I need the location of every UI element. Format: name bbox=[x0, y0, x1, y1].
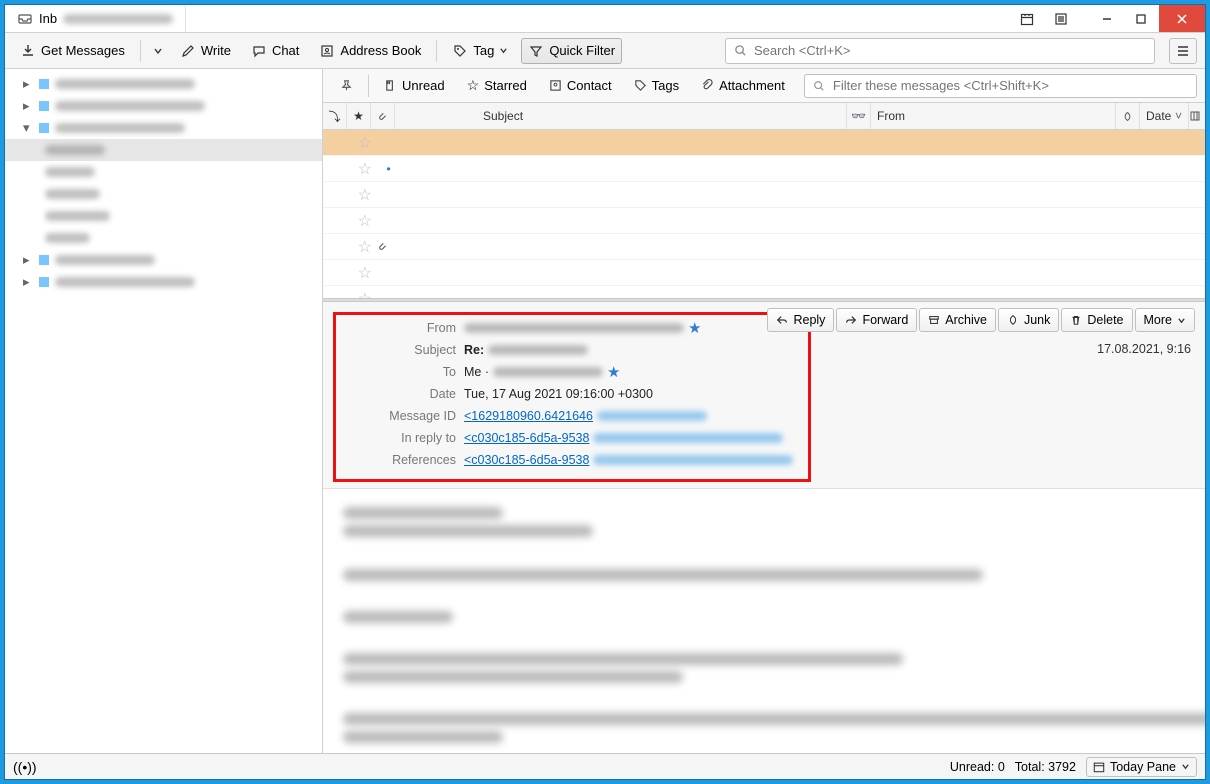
thread-column[interactable]: ⤵ bbox=[323, 103, 347, 129]
folder-item[interactable] bbox=[5, 139, 322, 161]
folder-item[interactable] bbox=[5, 161, 322, 183]
tag-button[interactable]: Tag bbox=[445, 38, 515, 64]
search-icon bbox=[732, 43, 748, 59]
message-row[interactable]: ☆ bbox=[323, 130, 1205, 156]
today-pane-button[interactable]: Today Pane bbox=[1086, 757, 1197, 777]
forward-button[interactable]: Forward bbox=[836, 308, 917, 332]
pin-filter-button[interactable] bbox=[331, 74, 362, 97]
message-row[interactable]: ☆• bbox=[323, 156, 1205, 182]
button-label: Get Messages bbox=[41, 43, 125, 58]
account-item[interactable]: ▸ bbox=[5, 73, 322, 95]
connection-icon[interactable]: ((•)) bbox=[13, 759, 37, 775]
more-button[interactable]: More bbox=[1135, 308, 1195, 332]
archive-button[interactable]: Archive bbox=[919, 308, 996, 332]
in-reply-to-link[interactable]: <c030c185-6d5a-9538 bbox=[464, 431, 589, 445]
contacts-icon bbox=[319, 43, 335, 59]
button-label: Chat bbox=[272, 43, 299, 58]
reply-button[interactable]: Reply bbox=[767, 308, 834, 332]
message-row[interactable]: ☆ bbox=[323, 208, 1205, 234]
global-search[interactable] bbox=[725, 38, 1155, 64]
search-input[interactable] bbox=[754, 43, 1148, 58]
junk-column[interactable] bbox=[1116, 103, 1140, 129]
folder-pane: ▸ ▸ ▾ ▸ ▸ bbox=[5, 69, 323, 753]
column-picker[interactable] bbox=[1187, 103, 1203, 129]
search-icon bbox=[811, 78, 827, 94]
status-bar: ((•)) Unread: 0 Total: 3792 Today Pane bbox=[5, 753, 1205, 779]
message-area: Unread ☆Starred Contact Tags Attachment … bbox=[323, 69, 1205, 753]
button-label: Write bbox=[201, 43, 231, 58]
date-value: Tue, 17 Aug 2021 09:16:00 +0300 bbox=[464, 387, 653, 401]
tags-filter[interactable]: Tags bbox=[625, 73, 688, 98]
window-controls bbox=[1011, 5, 1205, 32]
redacted-text bbox=[63, 14, 173, 24]
chat-button[interactable]: Chat bbox=[244, 38, 306, 64]
from-column[interactable]: From bbox=[871, 103, 1116, 129]
total-count: Total: 3792 bbox=[1015, 760, 1076, 774]
star-icon[interactable]: ★ bbox=[688, 319, 701, 337]
message-row[interactable]: ☆ bbox=[323, 260, 1205, 286]
quick-filter-button[interactable]: Quick Filter bbox=[521, 38, 622, 64]
message-row[interactable]: ☆ bbox=[323, 182, 1205, 208]
tag-icon bbox=[452, 43, 468, 59]
account-item[interactable]: ▸ bbox=[5, 271, 322, 293]
filter-messages-input[interactable] bbox=[804, 74, 1197, 98]
title-bar: Inb bbox=[5, 5, 1205, 33]
write-button[interactable]: Write bbox=[173, 38, 238, 64]
folder-item[interactable] bbox=[5, 227, 322, 249]
delete-button[interactable]: Delete bbox=[1061, 308, 1132, 332]
get-messages-button[interactable]: Get Messages bbox=[13, 38, 132, 64]
unread-count: Unread: 0 bbox=[950, 760, 1005, 774]
star-icon[interactable]: ★ bbox=[607, 363, 620, 381]
message-id-link[interactable]: <1629180960.6421646 bbox=[464, 409, 593, 423]
highlighted-headers: From★ SubjectRe: ToMe ·★ DateTue, 17 Aug… bbox=[333, 312, 811, 482]
message-body[interactable] bbox=[323, 489, 1205, 753]
address-book-button[interactable]: Address Book bbox=[312, 38, 428, 64]
message-list-header: ⤵ ★ Subject 👓 From Date˅ bbox=[323, 103, 1205, 130]
pen-icon bbox=[180, 43, 196, 59]
button-label: Tag bbox=[473, 43, 494, 58]
contact-filter[interactable]: Contact bbox=[540, 73, 621, 98]
chat-icon bbox=[251, 43, 267, 59]
message-row[interactable]: ☆ bbox=[323, 234, 1205, 260]
message-actions: Reply Forward Archive Junk Delete More bbox=[767, 308, 1195, 332]
unread-filter[interactable]: Unread bbox=[375, 73, 454, 98]
message-timestamp: 17.08.2021, 9:16 bbox=[1097, 342, 1191, 356]
message-header-pane: Reply Forward Archive Junk Delete More 1… bbox=[323, 302, 1205, 489]
account-item[interactable]: ▾ bbox=[5, 117, 322, 139]
main-toolbar: Get Messages Write Chat Address Book Tag… bbox=[5, 33, 1205, 69]
account-item[interactable]: ▸ bbox=[5, 249, 322, 271]
subject-column[interactable]: Subject bbox=[395, 103, 847, 129]
filter-input[interactable] bbox=[833, 78, 1190, 93]
button-label: Quick Filter bbox=[549, 43, 615, 58]
app-window: Inb Get Messages Write Chat A bbox=[4, 4, 1206, 780]
message-row[interactable]: ☆ bbox=[323, 286, 1205, 298]
get-messages-chevron[interactable] bbox=[149, 41, 167, 61]
download-icon bbox=[20, 43, 36, 59]
window-tab[interactable]: Inb bbox=[5, 5, 186, 32]
attachment-filter[interactable]: Attachment bbox=[692, 73, 794, 98]
attachment-column[interactable] bbox=[371, 103, 395, 129]
account-item[interactable]: ▸ bbox=[5, 95, 322, 117]
folder-item[interactable] bbox=[5, 183, 322, 205]
quick-filter-bar: Unread ☆Starred Contact Tags Attachment bbox=[323, 69, 1205, 103]
date-column[interactable]: Date˅ bbox=[1140, 103, 1189, 129]
folder-item[interactable] bbox=[5, 205, 322, 227]
button-label: Address Book bbox=[340, 43, 421, 58]
starred-filter[interactable]: ☆Starred bbox=[458, 72, 536, 99]
tasks-icon[interactable] bbox=[1045, 5, 1077, 32]
maximize-button[interactable] bbox=[1125, 5, 1157, 32]
tab-title: Inb bbox=[39, 11, 57, 26]
menu-button[interactable] bbox=[1169, 38, 1197, 64]
app-body: ▸ ▸ ▾ ▸ ▸ Unread ☆Starred Contact Tags A… bbox=[5, 69, 1205, 753]
filter-icon bbox=[528, 43, 544, 59]
references-link[interactable]: <c030c185-6d5a-9538 bbox=[464, 453, 589, 467]
star-column[interactable]: ★ bbox=[347, 103, 371, 129]
minimize-button[interactable] bbox=[1091, 5, 1123, 32]
read-column[interactable]: 👓 bbox=[847, 103, 871, 129]
inbox-icon bbox=[17, 11, 33, 27]
close-button[interactable] bbox=[1159, 5, 1205, 32]
message-list[interactable]: ☆ ☆• ☆ ☆ ☆ ☆ ☆ ☆ bbox=[323, 130, 1205, 298]
junk-button[interactable]: Junk bbox=[998, 308, 1059, 332]
calendar-icon[interactable] bbox=[1011, 5, 1043, 32]
